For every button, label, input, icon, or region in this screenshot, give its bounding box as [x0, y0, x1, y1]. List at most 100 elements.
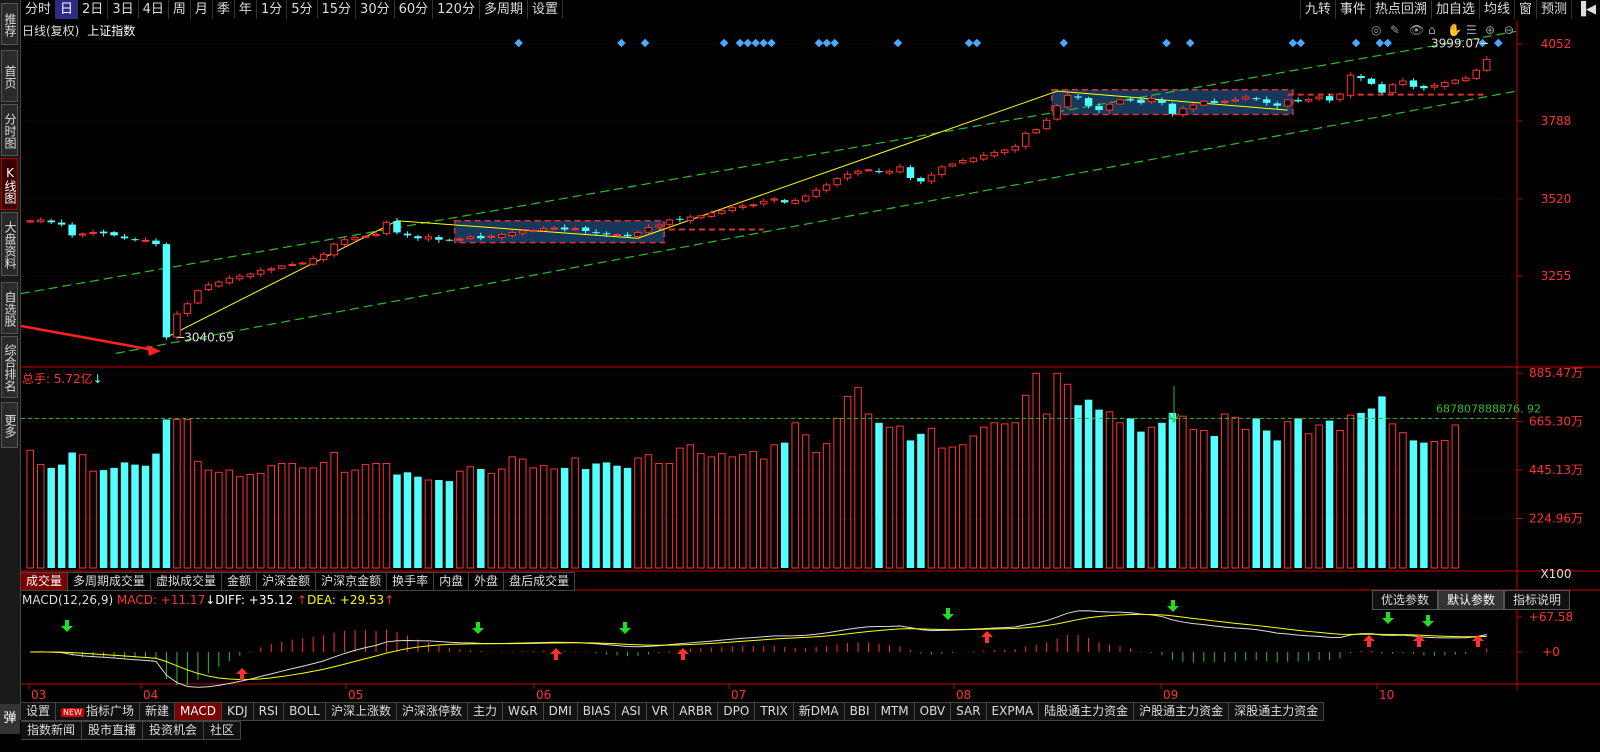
- tool-5[interactable]: 窗: [1513, 0, 1536, 19]
- volume-tab-3[interactable]: 金额: [222, 572, 258, 591]
- indicator-tab-10[interactable]: W&R: [503, 702, 544, 721]
- period-10[interactable]: 5分: [287, 0, 318, 19]
- indicator-tab-6[interactable]: BOLL: [284, 702, 326, 721]
- period-0[interactable]: 分时: [21, 0, 57, 19]
- indicator-tab-2[interactable]: 新建: [139, 702, 175, 721]
- volume-tab-7[interactable]: 内盘: [434, 572, 470, 591]
- macd-button-0[interactable]: 优选参数: [1371, 590, 1438, 610]
- indicator-tab-22[interactable]: SAR: [951, 702, 987, 721]
- indicator-tab-24[interactable]: 陆股通主力资金: [1039, 702, 1135, 721]
- tool-3[interactable]: 加自选: [1430, 0, 1479, 19]
- bottom-tab-2[interactable]: 投资机会: [143, 721, 205, 740]
- indicator-tab-26[interactable]: 深股通主力资金: [1229, 702, 1325, 721]
- collapse-icon[interactable]: ▐◀: [1571, 0, 1600, 19]
- volume-tab-4[interactable]: 沪深金额: [257, 572, 317, 591]
- volume-bar: [424, 479, 433, 569]
- indicator-tab-23[interactable]: EXPMA: [986, 702, 1040, 721]
- left-tab-2[interactable]: 分时图: [1, 104, 18, 156]
- macd-button-1[interactable]: 默认参数: [1437, 590, 1504, 610]
- candle-body: [728, 207, 737, 212]
- candle-body: [581, 227, 590, 231]
- volume-bar: [288, 463, 296, 569]
- bottom-tab-3[interactable]: 社区: [204, 721, 242, 740]
- period-15[interactable]: 多周期: [480, 0, 528, 19]
- period-7[interactable]: 季: [213, 0, 235, 19]
- left-tab-6[interactable]: 综合排名: [1, 336, 18, 398]
- period-12[interactable]: 30分: [356, 0, 395, 19]
- volume-bar: [843, 395, 852, 569]
- indicator-tab-9[interactable]: 主力: [468, 702, 504, 721]
- left-tab-0[interactable]: 推荐: [1, 3, 18, 45]
- volume-bar: [403, 472, 412, 568]
- period-13[interactable]: 60分: [395, 0, 434, 19]
- candle-body: [718, 210, 726, 214]
- indicator-tab-11[interactable]: DMI: [543, 702, 578, 721]
- tool-2[interactable]: 热点回溯: [1369, 0, 1431, 19]
- period-11[interactable]: 15分: [318, 0, 357, 19]
- indicator-tab-21[interactable]: OBV: [914, 702, 952, 721]
- event-diamond-icon: [1162, 38, 1171, 48]
- period-5[interactable]: 周: [169, 0, 191, 19]
- indicator-tab-label: OBV: [919, 704, 946, 718]
- indicator-tab-8[interactable]: 沪深涨停数: [397, 702, 469, 721]
- period-16[interactable]: 设置: [528, 0, 563, 19]
- period-6[interactable]: 月: [191, 0, 213, 19]
- tool-4[interactable]: 均线: [1478, 0, 1514, 19]
- danmaku-button[interactable]: 弹: [0, 704, 20, 734]
- volume-tab-6[interactable]: 换手率: [387, 572, 435, 591]
- period-2[interactable]: 2日: [78, 0, 109, 19]
- volume-bar: [1252, 418, 1260, 568]
- volume-tab-1[interactable]: 多周期成交量: [68, 572, 152, 591]
- indicator-tab-5[interactable]: RSI: [253, 702, 285, 721]
- left-tab-1[interactable]: 首页: [1, 50, 18, 102]
- macd-button-2[interactable]: 指标说明: [1503, 590, 1570, 610]
- bottom-tab-0[interactable]: 指数新闻: [21, 721, 83, 740]
- period-9[interactable]: 1分: [257, 0, 288, 19]
- volume-tab-0[interactable]: 成交量: [21, 572, 69, 591]
- tool-6[interactable]: 预测: [1535, 0, 1571, 19]
- candle-body: [162, 244, 171, 338]
- indicator-tab-15[interactable]: ARBR: [674, 702, 719, 721]
- indicator-tab-13[interactable]: ASI: [616, 702, 647, 721]
- volume-tab-8[interactable]: 外盘: [469, 572, 505, 591]
- indicator-tab-1[interactable]: NEW 指标广场: [56, 702, 140, 721]
- left-tab-5[interactable]: 自选股: [1, 282, 18, 334]
- volume-tab-5[interactable]: 沪深京金额: [316, 572, 388, 591]
- volume-bar: [885, 426, 894, 569]
- tool-1[interactable]: 事件: [1334, 0, 1370, 19]
- period-4[interactable]: 4日: [139, 0, 169, 19]
- indicator-tab-0[interactable]: 设置: [21, 702, 57, 721]
- volume-bar: [875, 422, 883, 568]
- period-1[interactable]: 日: [56, 0, 79, 19]
- indicator-tab-17[interactable]: TRIX: [755, 702, 794, 721]
- indicator-tab-3[interactable]: MACD: [175, 702, 222, 721]
- candle-body: [78, 233, 87, 236]
- period-8[interactable]: 年: [235, 0, 257, 19]
- volume-bar: [1105, 411, 1114, 569]
- volume-bar: [1221, 413, 1229, 569]
- volume-bar: [435, 480, 443, 568]
- period-3[interactable]: 3日: [108, 0, 139, 19]
- left-tab-4[interactable]: 大盘资料: [1, 212, 18, 276]
- indicator-tab-19[interactable]: BBI: [844, 702, 876, 721]
- left-tab-3[interactable]: K线图: [1, 158, 18, 210]
- cross-up-arrow-icon: [236, 668, 248, 674]
- volume-bar: [833, 417, 841, 569]
- consolidation-box: [453, 220, 665, 244]
- tool-0[interactable]: 九转: [1299, 0, 1335, 19]
- indicator-tab-7[interactable]: 沪深上涨数: [325, 702, 397, 721]
- left-tab-7[interactable]: 更多: [1, 402, 18, 448]
- indicator-tab-12[interactable]: BIAS: [577, 702, 617, 721]
- bottom-tab-1[interactable]: 股市直播: [82, 721, 144, 740]
- volume-bar: [236, 476, 244, 569]
- indicator-tab-4[interactable]: KDJ: [221, 702, 254, 721]
- indicator-tab-25[interactable]: 沪股通主力资金: [1134, 702, 1230, 721]
- volume-tab-9[interactable]: 盘后成交量: [504, 572, 576, 591]
- volume-tab-2[interactable]: 虚拟成交量: [151, 572, 223, 591]
- indicator-tab-18[interactable]: 新DMA: [793, 702, 845, 721]
- volume-tick-label: 885.47万: [1529, 366, 1583, 380]
- indicator-tab-16[interactable]: DPO: [718, 702, 756, 721]
- period-14[interactable]: 120分: [433, 0, 480, 19]
- indicator-tab-14[interactable]: VR: [646, 702, 675, 721]
- indicator-tab-20[interactable]: MTM: [875, 702, 915, 721]
